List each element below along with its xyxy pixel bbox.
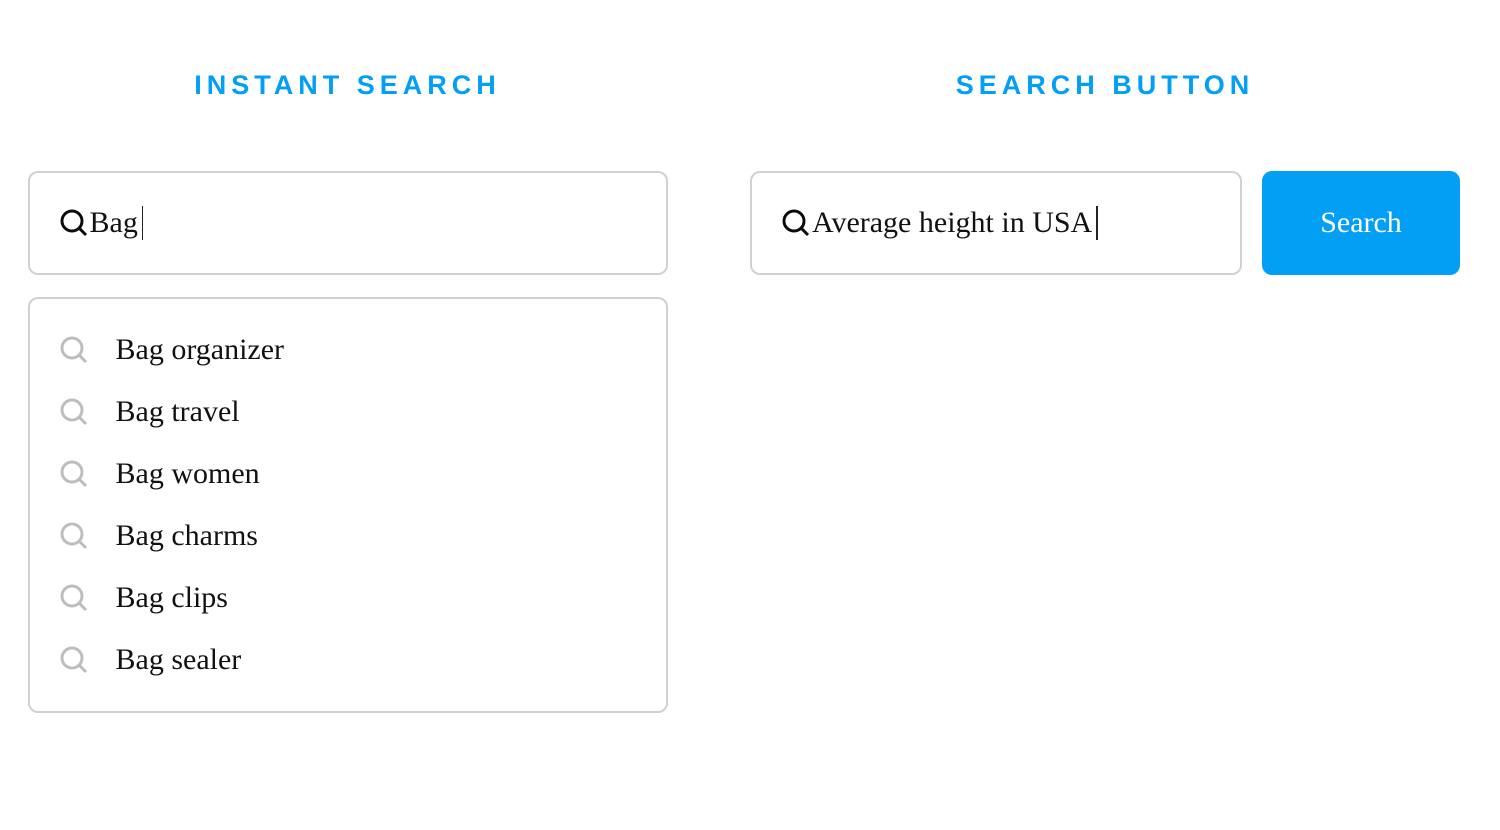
search-button-row: Average height in USA Search xyxy=(750,171,1460,275)
search-icon xyxy=(58,458,90,490)
suggestion-label: Bag travel xyxy=(116,395,240,429)
search-icon xyxy=(58,396,90,428)
search-icon xyxy=(58,582,90,614)
search-button-heading: SEARCH BUTTON xyxy=(956,70,1255,101)
search-button-input[interactable]: Average height in USA xyxy=(812,206,1212,240)
suggestion-item[interactable]: Bag travel xyxy=(58,381,638,443)
search-icon xyxy=(58,520,90,552)
suggestion-item[interactable]: Bag charms xyxy=(58,505,638,567)
suggestion-label: Bag clips xyxy=(116,581,229,615)
instant-search-heading: INSTANT SEARCH xyxy=(194,70,501,101)
suggestion-label: Bag charms xyxy=(116,519,258,553)
search-button[interactable]: Search xyxy=(1262,171,1460,275)
search-button-column: SEARCH BUTTON Average height in USA Sear… xyxy=(750,70,1460,713)
suggestion-label: Bag women xyxy=(116,457,260,491)
text-cursor-icon xyxy=(142,206,144,240)
suggestions-dropdown: Bag organizer Bag travel Bag women Bag c… xyxy=(28,297,668,713)
text-cursor-icon xyxy=(1096,206,1098,240)
suggestion-label: Bag organizer xyxy=(116,333,285,367)
instant-search-input[interactable]: Bag xyxy=(90,206,638,240)
suggestion-item[interactable]: Bag sealer xyxy=(58,629,638,691)
suggestion-item[interactable]: Bag clips xyxy=(58,567,638,629)
search-button-value: Average height in USA xyxy=(812,206,1092,240)
search-button-box[interactable]: Average height in USA xyxy=(750,171,1242,275)
instant-search-box[interactable]: Bag xyxy=(28,171,668,275)
suggestion-label: Bag sealer xyxy=(116,643,242,677)
search-icon xyxy=(780,207,812,239)
search-icon xyxy=(58,334,90,366)
instant-search-column: INSTANT SEARCH Bag Bag organizer B xyxy=(25,70,670,713)
search-icon xyxy=(58,644,90,676)
search-icon xyxy=(58,207,90,239)
suggestion-item[interactable]: Bag organizer xyxy=(58,319,638,381)
suggestion-item[interactable]: Bag women xyxy=(58,443,638,505)
instant-search-value: Bag xyxy=(90,206,138,240)
